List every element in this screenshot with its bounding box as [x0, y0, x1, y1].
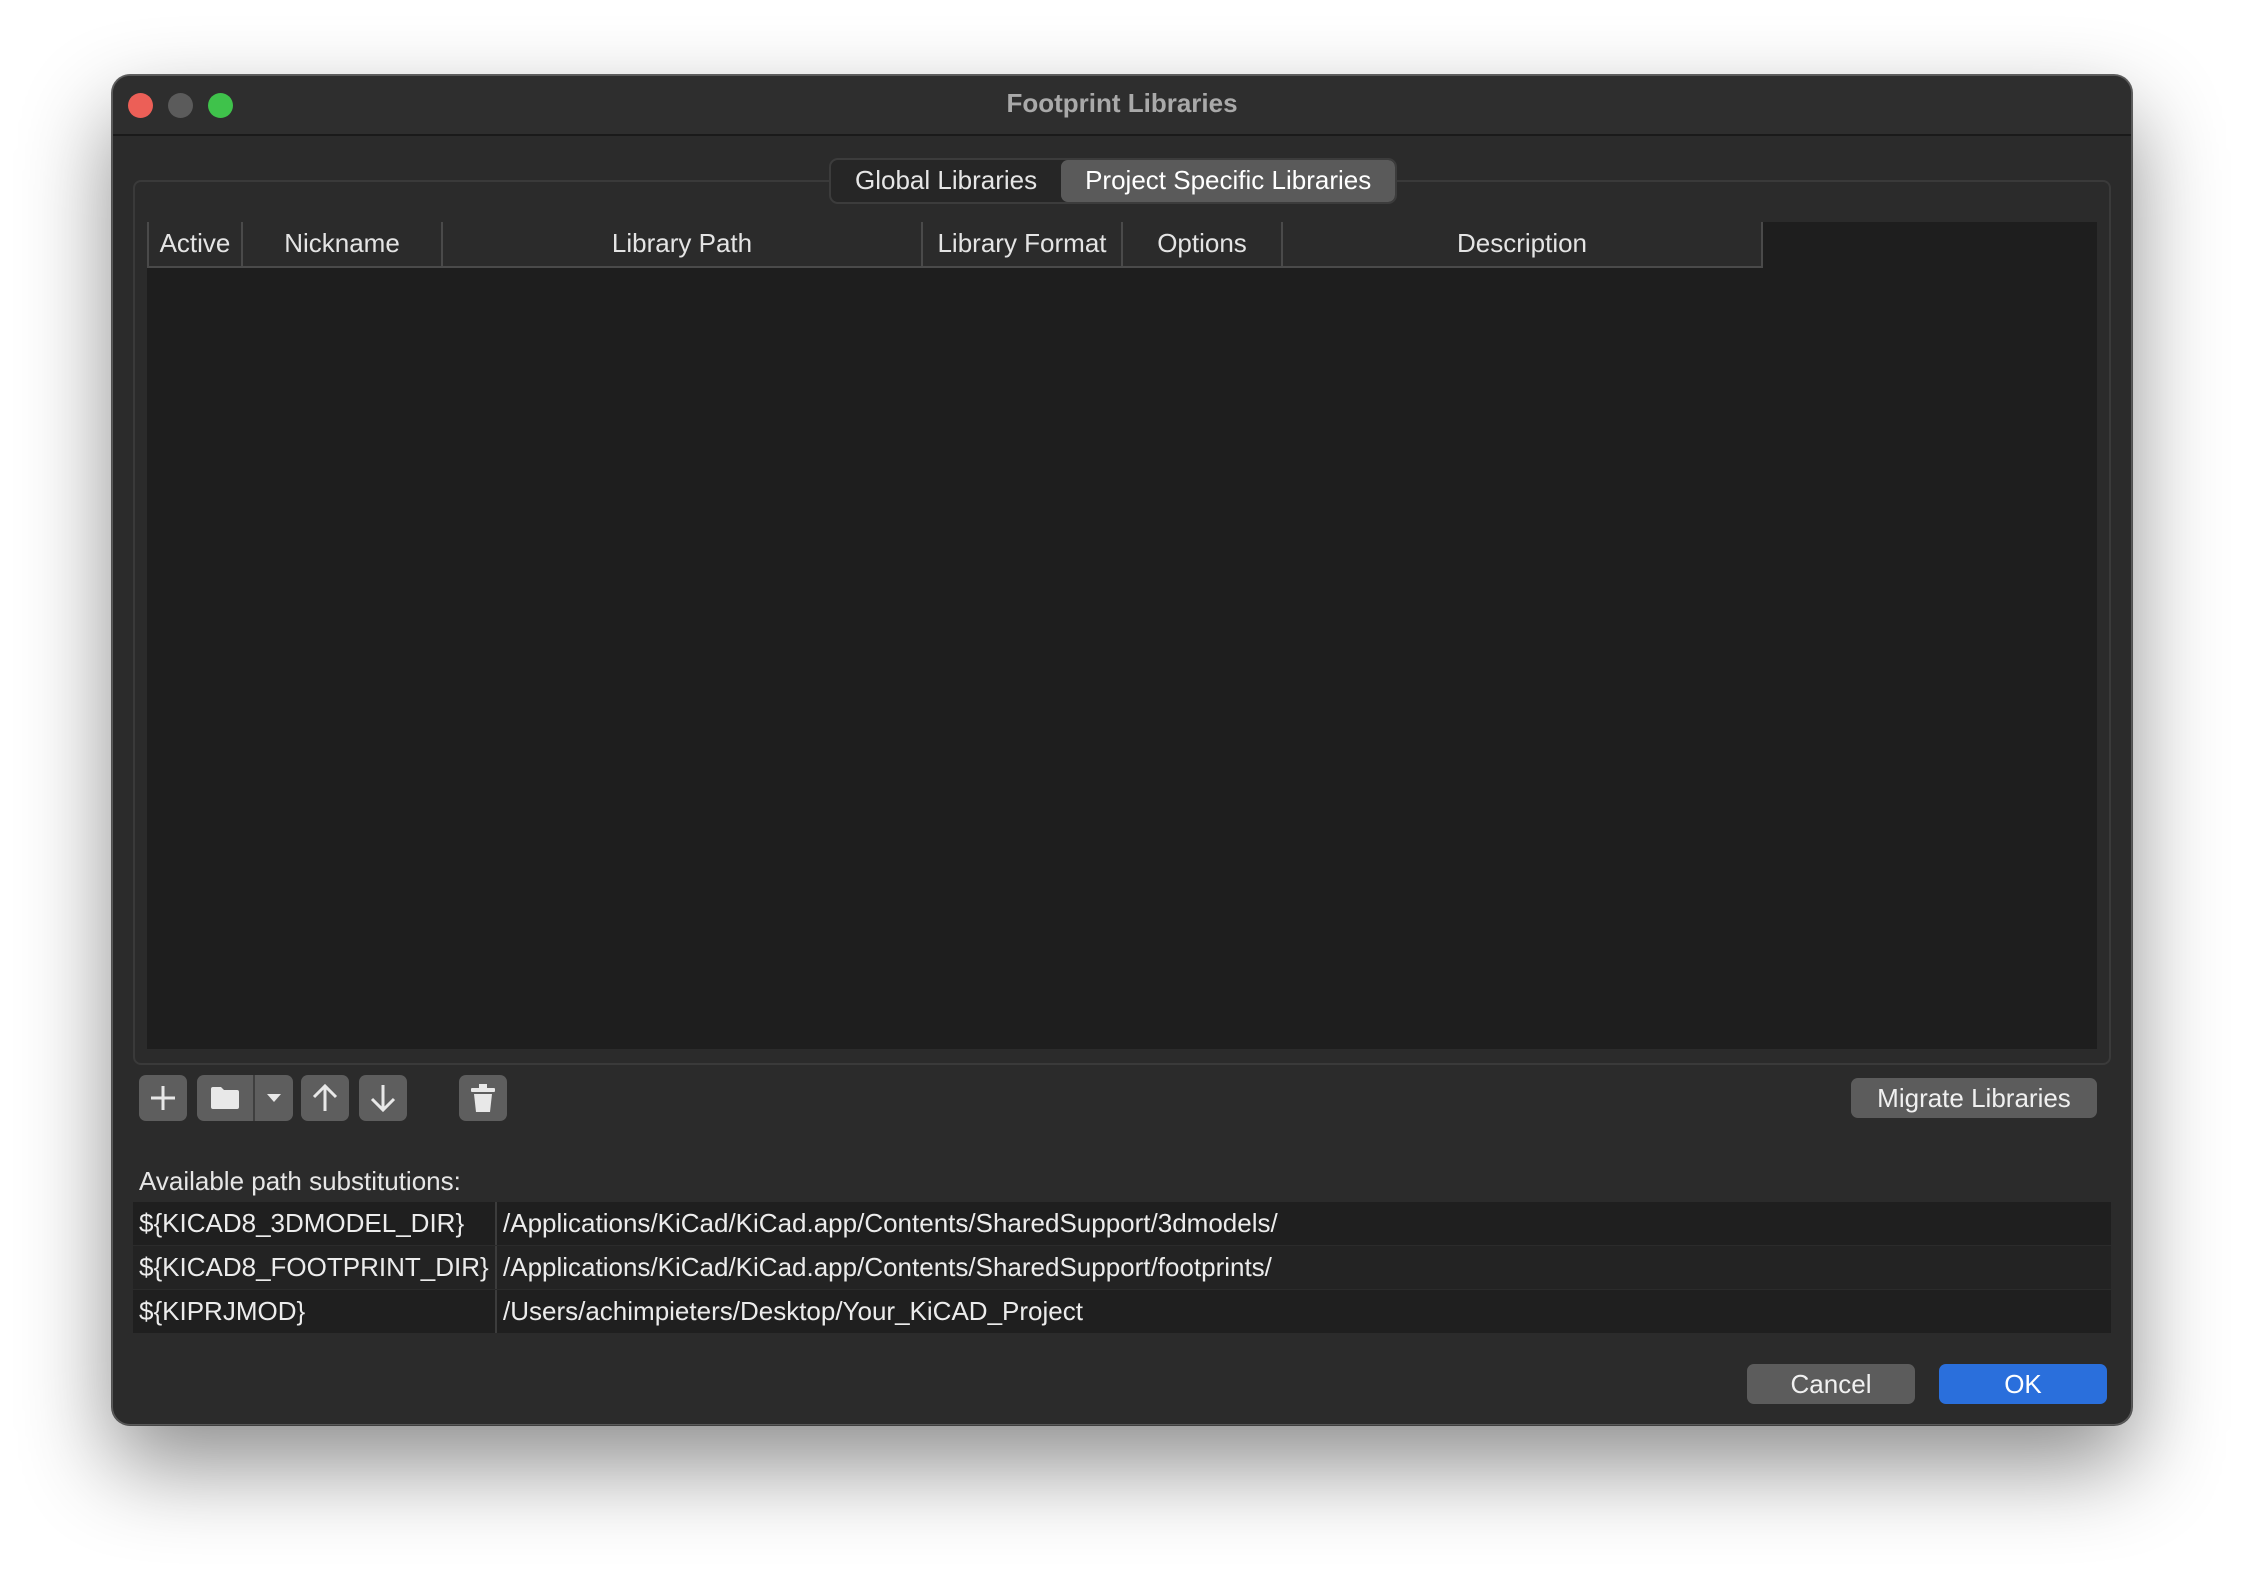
- table-row[interactable]: ${KICAD8_FOOTPRINT_DIR} /Applications/Ki…: [133, 1246, 2111, 1290]
- folder-icon: [197, 1085, 253, 1111]
- tab-project-specific-libraries[interactable]: Project Specific Libraries: [1061, 160, 1396, 202]
- column-header-library-format[interactable]: Library Format: [923, 222, 1123, 266]
- substitution-value: /Applications/KiCad/KiCad.app/Contents/S…: [503, 1252, 1272, 1282]
- add-existing-library-button[interactable]: [197, 1075, 293, 1121]
- trash-icon: [471, 1084, 495, 1112]
- cancel-button[interactable]: Cancel: [1747, 1364, 1915, 1404]
- column-header-nickname[interactable]: Nickname: [243, 222, 443, 266]
- plus-icon: [151, 1086, 175, 1110]
- libraries-grid[interactable]: [147, 222, 2097, 1049]
- ok-button[interactable]: OK: [1939, 1364, 2107, 1404]
- table-row[interactable]: ${KICAD8_3DMODEL_DIR} /Applications/KiCa…: [133, 1202, 2111, 1246]
- substitution-value: /Applications/KiCad/KiCad.app/Contents/S…: [503, 1208, 1278, 1238]
- remove-library-button[interactable]: [459, 1075, 507, 1121]
- libraries-grid-header: Active Nickname Library Path Library For…: [147, 222, 1763, 268]
- window-title: Footprint Libraries: [1006, 88, 1238, 118]
- chevron-down-icon[interactable]: [255, 1092, 293, 1104]
- path-substitutions-label: Available path substitutions:: [139, 1166, 461, 1196]
- add-library-button[interactable]: [139, 1075, 187, 1121]
- column-header-active[interactable]: Active: [147, 222, 243, 266]
- table-row[interactable]: ${KIPRJMOD} /Users/achimpieters/Desktop/…: [133, 1290, 2111, 1334]
- title-bar: Footprint Libraries: [113, 76, 2131, 136]
- column-header-description[interactable]: Description: [1283, 222, 1763, 266]
- substitution-key: ${KIPRJMOD}: [133, 1290, 497, 1333]
- library-scope-tabs: Global Libraries Project Specific Librar…: [829, 158, 1398, 204]
- substitution-key: ${KICAD8_FOOTPRINT_DIR}: [133, 1246, 497, 1289]
- substitution-key: ${KICAD8_3DMODEL_DIR}: [133, 1202, 497, 1245]
- move-down-button[interactable]: [359, 1075, 407, 1121]
- footprint-libraries-dialog: Footprint Libraries Global Libraries Pro…: [112, 75, 2132, 1425]
- arrow-up-icon: [312, 1083, 338, 1111]
- column-header-library-path[interactable]: Library Path: [443, 222, 923, 266]
- arrow-down-icon: [370, 1085, 396, 1113]
- migrate-libraries-button[interactable]: Migrate Libraries: [1851, 1078, 2097, 1118]
- move-up-button[interactable]: [301, 1075, 349, 1121]
- substitution-value: /Users/achimpieters/Desktop/Your_KiCAD_P…: [503, 1296, 1083, 1326]
- path-substitutions-table: ${KICAD8_3DMODEL_DIR} /Applications/KiCa…: [133, 1202, 2111, 1334]
- column-header-options[interactable]: Options: [1123, 222, 1283, 266]
- tab-global-libraries[interactable]: Global Libraries: [831, 160, 1061, 202]
